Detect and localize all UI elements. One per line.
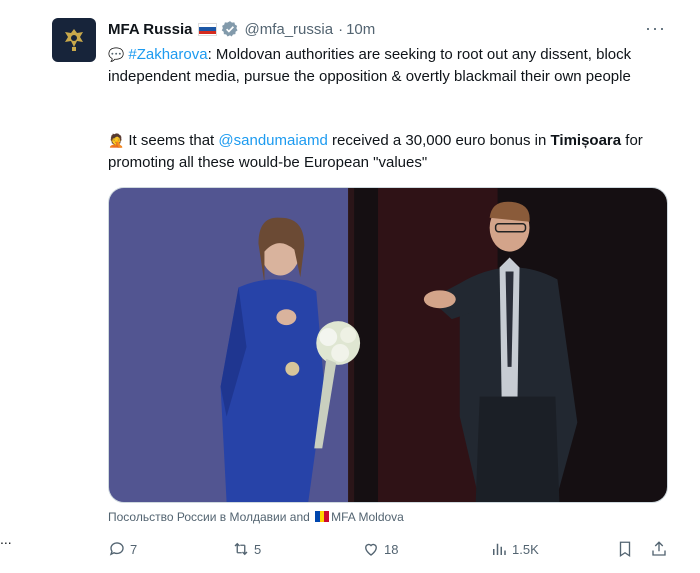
tweet-photo[interactable] <box>108 187 668 503</box>
tweet-text-line2: 🤦 It seems that @sandumaiamd received a … <box>108 130 668 173</box>
like-button[interactable]: 18 <box>362 540 398 558</box>
woman-facepalming-icon: 🤦 <box>108 134 125 149</box>
tweet-text-line1: 💬 #Zakharova: Moldovan authorities are s… <box>108 44 668 87</box>
separator-dot: · <box>338 20 344 38</box>
tweet-actions: 7 5 18 1.5K <box>0 540 700 560</box>
tagged-user-b[interactable]: MFA Moldova <box>331 510 404 524</box>
coat-of-arms-icon <box>65 29 83 51</box>
tweet-text-mid: received a 30,000 euro bonus in <box>327 132 551 149</box>
author-name[interactable]: MFA Russia <box>108 21 192 38</box>
tweet-text-prefix: It seems that <box>128 132 219 149</box>
bookmark-button[interactable] <box>616 540 638 558</box>
timestamp[interactable]: 10m <box>346 21 375 38</box>
avatar[interactable] <box>52 18 96 62</box>
photo-tags[interactable]: Посольство России в Молдавии and MFA Mol… <box>108 510 404 524</box>
tweet[interactable]: MFA Russia @mfa_russia · 10m ··· 💬 #Zakh… <box>0 0 700 573</box>
views-count: 1.5K <box>512 541 539 557</box>
tagged-user-a[interactable]: Посольство России в Молдавии and <box>108 510 310 524</box>
repost-button[interactable]: 5 <box>232 540 261 558</box>
views-icon <box>493 543 506 555</box>
share-button[interactable] <box>650 540 672 558</box>
more-icon[interactable]: ··· <box>645 18 666 39</box>
repost-count: 5 <box>254 541 262 557</box>
hashtag-link[interactable]: #Zakharova <box>128 46 207 63</box>
tweet-header: MFA Russia @mfa_russia · 10m <box>108 18 375 40</box>
share-icon <box>652 541 666 556</box>
reply-button[interactable]: 7 <box>108 540 137 558</box>
views-button[interactable]: 1.5K <box>490 540 539 558</box>
verified-badge-icon <box>221 20 239 38</box>
reply-count: 7 <box>130 541 138 557</box>
like-count: 18 <box>384 541 399 557</box>
city-name: Timișoara <box>550 132 622 149</box>
stage-photo-image <box>109 188 667 502</box>
speech-bubble-icon: 💬 <box>108 48 125 63</box>
reply-icon <box>109 542 124 556</box>
russia-flag-icon <box>198 22 218 36</box>
author-handle[interactable]: @mfa_russia <box>244 21 333 38</box>
mention-link[interactable]: @sandumaiamd <box>218 132 327 149</box>
bookmark-icon <box>619 541 631 558</box>
moldova-flag-icon <box>315 511 330 522</box>
repost-icon <box>234 542 248 556</box>
heart-icon <box>365 543 377 556</box>
